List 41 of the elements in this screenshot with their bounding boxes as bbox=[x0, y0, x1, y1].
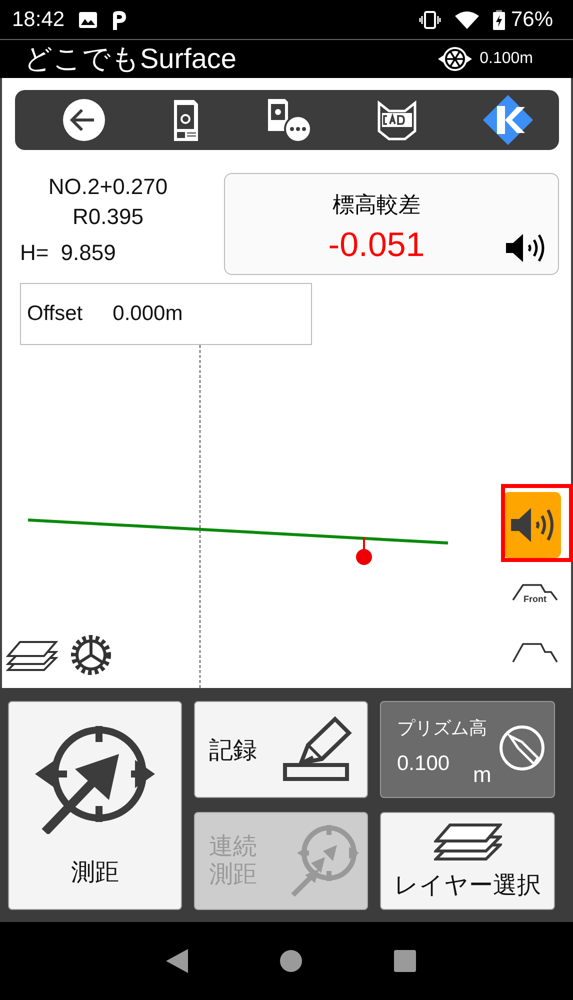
back-nav-icon[interactable] bbox=[166, 949, 188, 973]
image-icon bbox=[78, 12, 97, 28]
measure-button[interactable]: 測距 bbox=[8, 701, 182, 910]
clock: 18:42 bbox=[12, 8, 65, 32]
height-value: 9.859 bbox=[60, 240, 116, 266]
front-view-button[interactable]: Front bbox=[511, 582, 559, 604]
settings-icon[interactable] bbox=[70, 634, 112, 676]
height-label: H= bbox=[20, 240, 49, 266]
speaker-icon[interactable] bbox=[504, 232, 546, 264]
prism-height: 0.100m bbox=[480, 50, 533, 68]
sound-button[interactable] bbox=[503, 492, 561, 558]
wifi-icon bbox=[454, 10, 479, 28]
record-button[interactable]: 記録 bbox=[194, 701, 368, 798]
offset-value: 0.000m bbox=[112, 302, 183, 326]
radius: R0.395 bbox=[72, 203, 144, 231]
back-icon[interactable] bbox=[62, 98, 106, 142]
point-marker bbox=[356, 537, 372, 565]
total-station-icon[interactable] bbox=[172, 98, 200, 142]
recents-nav-icon[interactable] bbox=[394, 950, 416, 972]
layers-icon[interactable] bbox=[6, 638, 58, 672]
profile-view-icon[interactable] bbox=[511, 640, 559, 664]
app-title: どこでもSurface bbox=[24, 42, 236, 76]
cad-icon[interactable] bbox=[377, 99, 418, 141]
prism-icon bbox=[438, 44, 472, 74]
chainage: NO.2+0.270 bbox=[47, 173, 169, 201]
home-nav-icon[interactable] bbox=[278, 949, 302, 973]
prism-height-button[interactable]: プリズム高 0.100 m bbox=[380, 701, 555, 798]
elevation-difference-value: -0.051 bbox=[328, 226, 425, 265]
vibrate-icon bbox=[418, 10, 441, 28]
battery-level: 76% bbox=[510, 8, 553, 32]
layers-icon bbox=[434, 821, 502, 861]
station-menu-icon[interactable] bbox=[266, 97, 312, 143]
edit-icon bbox=[498, 724, 546, 772]
layer-select-button[interactable]: レイヤー選択 bbox=[380, 812, 555, 910]
k-logo-icon[interactable] bbox=[483, 95, 533, 145]
elevation-difference-label: 標高較差 bbox=[332, 191, 420, 219]
battery-icon bbox=[492, 10, 505, 30]
speaker-icon bbox=[509, 505, 555, 545]
parking-icon bbox=[110, 10, 127, 30]
measure-target-icon bbox=[33, 724, 157, 834]
offset-label: Offset bbox=[27, 302, 83, 326]
